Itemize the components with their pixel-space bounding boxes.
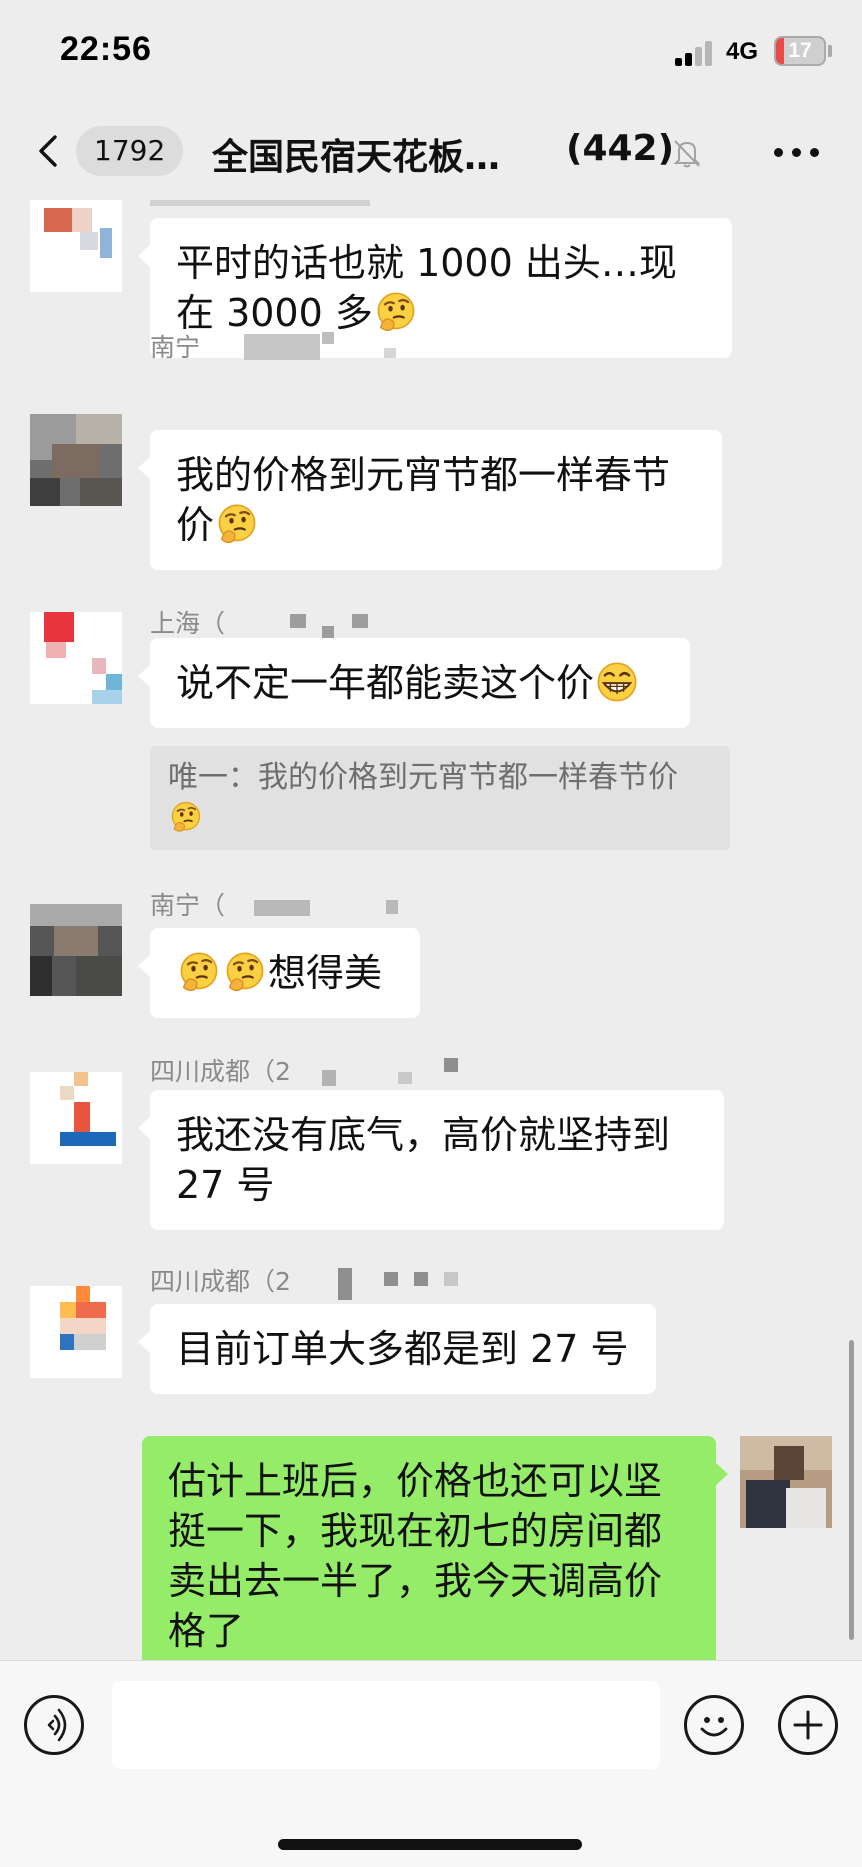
pixelated-sender-name (322, 332, 334, 344)
pixelated-sender-name (386, 900, 398, 914)
status-time: 22:56 (60, 30, 152, 68)
avatar[interactable] (30, 1072, 122, 1164)
network-type: 4G (726, 38, 759, 65)
plus-circle-icon (793, 1710, 823, 1740)
cellular-signal-icon (675, 40, 719, 66)
unread-count-badge[interactable]: 1792 (76, 126, 184, 176)
my-message-bubble[interactable]: 估计上班后，价格也还可以坚挺一下，我现在初七的房间都卖出去一半了，我今天调高价格… (142, 1436, 728, 1660)
pixelated-sender-name (444, 1058, 458, 1072)
message-bubble[interactable]: 想得美 (138, 928, 420, 1018)
grinning-face-emoji (595, 660, 639, 704)
pixelated-sender-name (150, 200, 370, 206)
message-text: 说不定一年都能卖这个价 (176, 661, 595, 705)
battery-icon: 17 (774, 36, 826, 66)
message-input[interactable] (112, 1681, 660, 1769)
pixelated-sender-name (338, 1268, 352, 1300)
scrollbar[interactable] (849, 1340, 854, 1640)
pixelated-sender-name (384, 348, 396, 358)
quoted-message[interactable]: 唯一：我的价格到元宵节都一样春节价 (150, 746, 730, 850)
message-text: 平时的话也就 1000 出头…现在 3000 多 (176, 241, 677, 335)
thinking-face-emoji (177, 950, 221, 994)
more-horizontal-icon[interactable] (774, 148, 820, 158)
sender-name: 南宁（ (150, 891, 226, 920)
thinking-face-emoji (215, 502, 259, 546)
message-text: 我还没有底气，高价就坚持到 27 号 (176, 1113, 671, 1207)
bell-muted-icon (673, 140, 701, 168)
sender-name: 南宁 (150, 333, 201, 362)
pixelated-sender-name (444, 1272, 458, 1286)
thinking-face-emoji (374, 290, 418, 334)
quoted-text: 唯一：我的价格到元宵节都一样春节价 (168, 760, 678, 795)
battery-level: 17 (788, 39, 812, 62)
member-count[interactable]: (442) (566, 128, 674, 169)
pixelated-sender-name (398, 1072, 412, 1084)
message-bubble[interactable]: 我还没有底气，高价就坚持到 27 号 (138, 1090, 724, 1230)
pixelated-sender-name (352, 614, 368, 628)
avatar[interactable] (30, 200, 122, 292)
pixelated-sender-name (384, 1272, 398, 1286)
message-text: 估计上班后，价格也还可以坚挺一下，我现在初七的房间都卖出去一半了，我今天调高价格… (168, 1459, 663, 1653)
chat-header: 1792 全国民宿天花板… (442) (0, 100, 862, 200)
voice-input-button[interactable] (24, 1695, 84, 1755)
thinking-face-emoji (223, 950, 267, 994)
sender-name: 四川成都（2 (150, 1057, 291, 1086)
message-list[interactable]: 平时的话也就 1000 出头…现在 3000 多 南宁 我的价格到元宵节都一样春… (0, 200, 862, 1660)
message-bubble[interactable]: 目前订单大多都是到 27 号 (138, 1304, 656, 1394)
message-text: 目前订单大多都是到 27 号 (176, 1327, 629, 1371)
thinking-face-emoji (169, 800, 203, 834)
voice-input-icon (47, 1708, 67, 1742)
avatar[interactable] (30, 414, 122, 506)
home-indicator (278, 1839, 582, 1850)
avatar[interactable] (30, 904, 122, 996)
pixelated-sender-name (290, 614, 306, 628)
message-bubble[interactable]: 我的价格到元宵节都一样春节价 (138, 430, 722, 570)
chevron-left-icon[interactable] (36, 134, 60, 168)
emoji-button[interactable] (684, 1695, 744, 1755)
message-bubble[interactable]: 说不定一年都能卖这个价 (138, 638, 690, 728)
pixelated-sender-name (414, 1272, 428, 1286)
pixelated-sender-name (244, 334, 320, 360)
chat-title[interactable]: 全国民宿天花板… (212, 128, 500, 180)
pixelated-sender-name (322, 1070, 336, 1086)
emoji-smile-icon (700, 1717, 728, 1737)
battery-cap (828, 45, 832, 57)
chat-input-bar (0, 1660, 862, 1867)
sender-name: 四川成都（2 (150, 1267, 291, 1296)
avatar[interactable] (30, 612, 122, 704)
pixelated-sender-name (254, 900, 310, 916)
pixelated-sender-name (322, 626, 334, 638)
avatar[interactable] (30, 1286, 122, 1378)
message-bubble[interactable]: 平时的话也就 1000 出头…现在 3000 多 (138, 218, 732, 358)
status-bar: 22:56 4G 17 (0, 0, 862, 100)
message-text: 想得美 (268, 951, 383, 995)
more-functions-button[interactable] (778, 1695, 838, 1755)
sender-name: 上海（ (150, 609, 226, 638)
avatar[interactable] (740, 1436, 832, 1528)
